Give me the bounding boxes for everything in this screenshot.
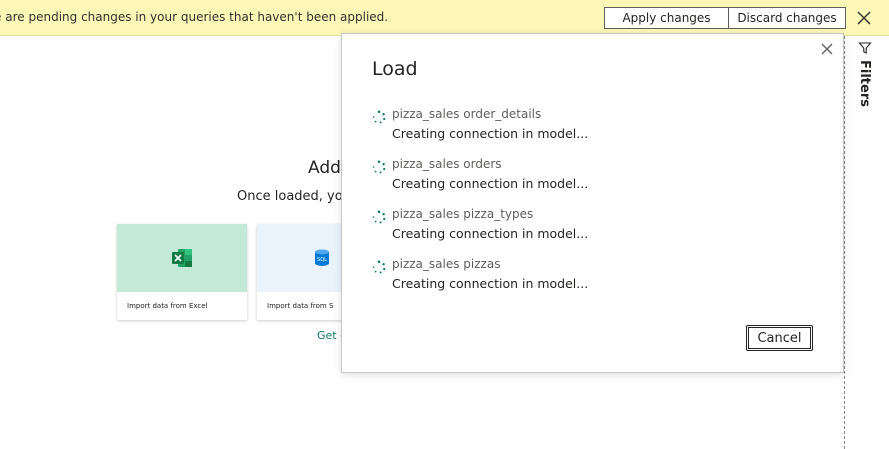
dialog-title: Load — [372, 58, 418, 80]
load-item: pizza_sales orders Creating connection i… — [372, 156, 812, 196]
query-status: Creating connection in model... — [392, 226, 589, 241]
query-status: Creating connection in model... — [392, 126, 589, 141]
close-icon[interactable] — [818, 40, 836, 58]
pending-changes-message: ere are pending changes in your queries … — [0, 10, 389, 24]
query-name: pizza_sales pizzas — [392, 257, 501, 271]
load-item: pizza_sales pizza_types Creating connect… — [372, 206, 812, 246]
spinner-icon — [372, 259, 386, 274]
pending-changes-bar: ere are pending changes in your queries … — [0, 0, 889, 36]
query-name: pizza_sales orders — [392, 157, 502, 171]
load-item: pizza_sales pizzas Creating connection i… — [372, 256, 812, 296]
app-root: ere are pending changes in your queries … — [0, 0, 889, 449]
svg-text:SQL: SQL — [317, 257, 327, 263]
sql-database-icon: SQL — [311, 248, 333, 268]
query-name: pizza_sales order_details — [392, 107, 542, 121]
close-icon[interactable] — [855, 9, 873, 27]
filters-label: Filters — [857, 60, 872, 107]
query-name: pizza_sales pizza_types — [392, 207, 534, 221]
import-excel-card[interactable]: Import data from Excel — [117, 224, 247, 320]
discard-changes-button[interactable]: Discard changes — [728, 7, 846, 29]
add-data-subtitle: Once loaded, you — [237, 189, 351, 204]
spinner-icon — [372, 109, 386, 124]
query-status: Creating connection in model... — [392, 176, 589, 191]
cancel-button[interactable]: Cancel — [746, 325, 813, 351]
filters-pane-toggle[interactable]: Filters — [848, 38, 884, 118]
add-data-title: Add — [308, 158, 341, 178]
card-label: Import data from Excel — [127, 302, 208, 310]
card-banner — [117, 224, 247, 292]
load-dialog: Load pizza_sales order_details Creating … — [341, 33, 844, 373]
spinner-icon — [372, 159, 386, 174]
query-status: Creating connection in model... — [392, 276, 589, 291]
pane-divider — [844, 36, 845, 449]
excel-icon — [171, 248, 193, 268]
filter-icon — [858, 40, 872, 54]
load-item: pizza_sales order_details Creating conne… — [372, 106, 812, 146]
apply-changes-button[interactable]: Apply changes — [604, 7, 729, 29]
spinner-icon — [372, 209, 386, 224]
